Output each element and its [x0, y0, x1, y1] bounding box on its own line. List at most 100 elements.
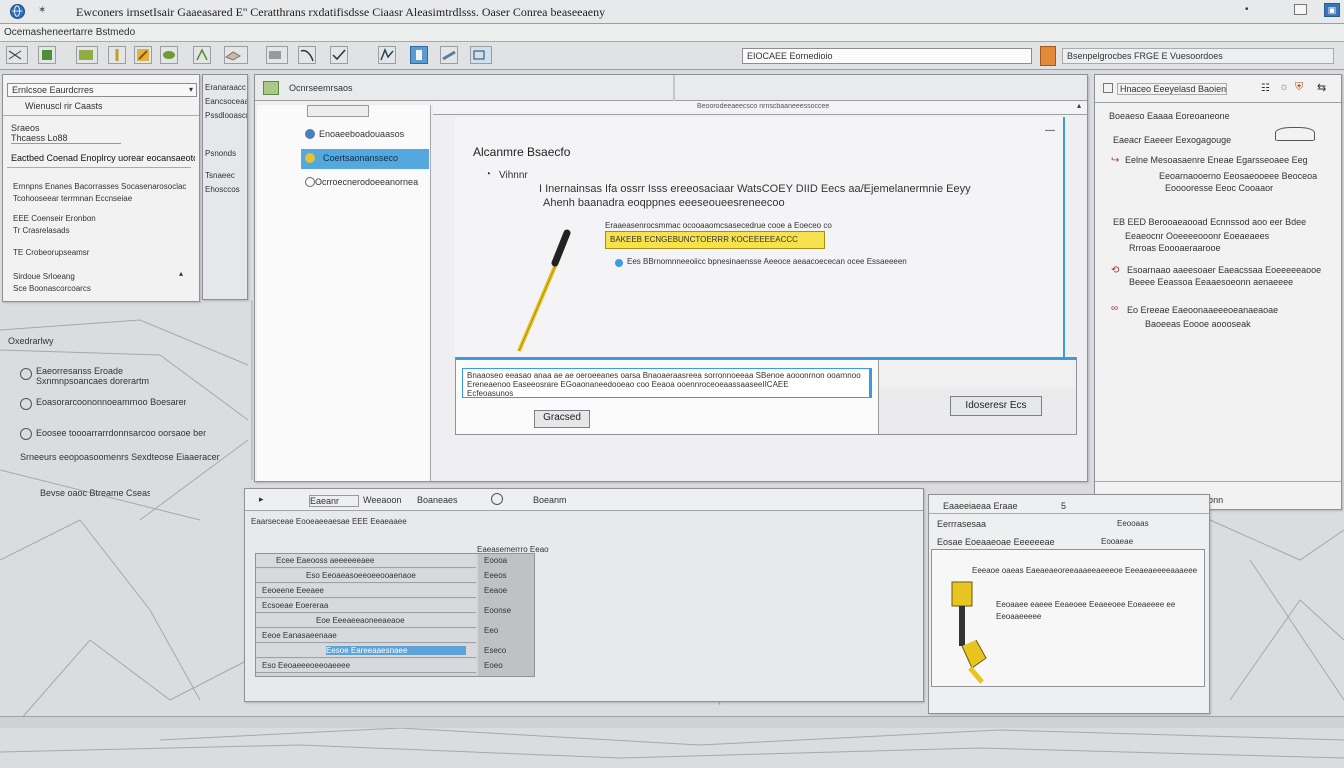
curve-tool-icon[interactable] [330, 46, 348, 64]
nav-item-0[interactable]: Enoaeeboadouaasos [301, 127, 429, 143]
toolbar-right-field[interactable]: Bsenpelgrocbes FRGE E Vuesoordoes [1062, 48, 1334, 64]
ruler-tool-icon[interactable] [410, 46, 428, 64]
lower-tab[interactable]: Boaneaes [417, 495, 473, 505]
nav-header-tab [307, 105, 369, 117]
table-row[interactable]: Eso Eeoaeasoeeoeeooaenaoe [256, 569, 476, 583]
fill-tool-icon[interactable] [76, 46, 98, 64]
inline-button[interactable]: Gracsed [534, 410, 590, 428]
table-row[interactable]: Eeoeene Eeeaee [256, 584, 476, 598]
left-tab-2[interactable]: Thcaess Lo88 [11, 133, 121, 144]
bookmark-icon[interactable] [1040, 46, 1056, 66]
right-item[interactable]: Rrroas Eoooaeraarooe [1129, 243, 1289, 253]
right-item[interactable]: Eooooresse Eeoc Cooaaor [1165, 183, 1315, 193]
lower-left-item[interactable]: Sxnmnpsoancaes dorerartm [36, 376, 166, 386]
nav-item-2[interactable]: Ocrroecnerodoeeanornea [301, 175, 429, 191]
lower-right-item[interactable]: Eeoaaeeeee [996, 612, 1096, 621]
scroll-up-icon[interactable]: ▴ [1077, 101, 1081, 110]
left-dropdown[interactable]: Ernlcsoe Eaurdcrres ▾ [7, 83, 197, 97]
left-tab-1[interactable]: Sraeos [11, 123, 91, 133]
content-title: Alcanmre Bsaecfo [473, 145, 571, 159]
right-item[interactable]: Eo Ereeae Eaeoonaaeeeoeanaeaoae [1127, 305, 1323, 315]
dialog-top-label: Beoorodeeaeecsco nrnscbaaneeessoccee [697, 103, 830, 110]
table-row[interactable]: Eso Eeoaeeeoeeoaeeee [256, 659, 476, 673]
right-item[interactable]: Eeaeocnr Ooeeeeooonr Eoeaeaees [1125, 231, 1325, 241]
pointer-tool-icon[interactable] [298, 46, 316, 64]
app-menu-icon[interactable]: ✶ [38, 5, 46, 16]
left-panel: Ernlcsoe Eaurdcrres ▾ Wienuscl rir Caast… [2, 74, 200, 302]
minimize-icon[interactable]: • [1245, 5, 1253, 15]
table-row[interactable]: Eeoe Eanasaeenaae [256, 629, 476, 643]
side-label[interactable]: Psnonds [205, 149, 247, 158]
frame-tool-icon[interactable] [193, 46, 211, 64]
side-label[interactable]: Eranaraacc [205, 83, 247, 92]
right-item[interactable]: Eelne Mesoasaenre Eneae Egarsseoaee Eeg [1125, 155, 1321, 165]
left-item[interactable]: EEE Coenseir Eronbon [13, 213, 193, 224]
lower-left-item[interactable]: Eaeorresanss Eroade [36, 366, 146, 376]
eraser-tool-icon[interactable] [160, 46, 178, 64]
brush-tool-icon[interactable] [134, 46, 152, 64]
lower-right-section-right: Eooaeae [1101, 537, 1134, 546]
right-action-button[interactable]: Idoseresr Ecs [950, 396, 1042, 416]
wave-tool-icon[interactable] [224, 46, 248, 64]
pen-tool-icon[interactable] [6, 46, 28, 64]
side-label[interactable]: Pssdlooascr [205, 111, 247, 120]
left-item[interactable]: TE Crobeorupseamsr [13, 247, 193, 258]
menu-label[interactable]: Ocemasheneertarre Bstmedo [4, 27, 264, 38]
inline-text-box[interactable]: Bnaaoseo eeasao anaa ae ae oeroeeanes oa… [462, 368, 872, 398]
lower-tab-icon[interactable] [491, 493, 503, 505]
side-label[interactable]: Eancsoceaaa [205, 97, 247, 106]
right-item[interactable]: Eaeacr Eaeeer Eexogagouge [1113, 135, 1263, 145]
right-item[interactable]: Esoarnaao aaeesoaer Eaeacssaa Eoeeeeeaoo… [1127, 265, 1323, 275]
left-item[interactable]: Tr Crasrelasads [13, 225, 193, 236]
right-item[interactable]: Baoeeas Eoooe aoooseak [1145, 319, 1305, 329]
lower-right-item[interactable]: Eeoaaee eaeee Eeaeoee Eeaeeoee Eoeaeeee … [996, 600, 1202, 609]
grid-icon[interactable]: ☷ [1261, 83, 1270, 94]
lower-menu-icon[interactable]: ▸ [259, 494, 264, 505]
maximize-icon[interactable] [1294, 4, 1307, 15]
option-label: Ees BBrnomnneeoiicc bpnesinaensse Aeeoce… [627, 257, 907, 266]
list-tool-icon[interactable] [470, 46, 492, 64]
side-label[interactable]: Tsnaeec [205, 171, 247, 180]
check-tool-icon[interactable] [266, 46, 288, 64]
table-row[interactable]: Ecsoeae Eoereraa [256, 599, 476, 613]
lower-tab[interactable]: Weeaoon [363, 495, 413, 505]
toolbar-search[interactable]: EIOCAEE Eornedioio [742, 48, 1032, 64]
shield-icon[interactable]: ⛨ [1295, 81, 1303, 94]
leaf-tool-icon[interactable] [108, 46, 126, 64]
close-content-icon[interactable]: — [1045, 125, 1055, 136]
lower-left-item[interactable]: Eoasorarcoononnoeamrnoo Boesarer [36, 397, 186, 407]
table-row[interactable]: Eesoe Eareeaaesnaee [256, 644, 476, 658]
transfer-icon[interactable]: ⇆ [1317, 81, 1326, 94]
radio-icon[interactable] [615, 259, 623, 267]
left-item[interactable]: Sce Boonascorcoarcs [13, 283, 183, 294]
lower-left-item[interactable]: Bevse oaoc Btreame Cseasassge [40, 488, 150, 498]
table-row[interactable]: Ecee Eaeooss aeeeeeeaee [256, 554, 476, 568]
right-item[interactable]: Beeee Eeassoa Eeaaesoeonn aenaeeee [1129, 277, 1319, 287]
text-tool-icon[interactable] [440, 46, 458, 64]
sync-icon: ⟲ [1111, 265, 1120, 276]
right-item[interactable]: Eeoarnaooerno Eeosaeooeee Beoceoa [1159, 171, 1319, 181]
nav-item-1[interactable]: Coertsaonansseco [301, 149, 429, 169]
right-item[interactable]: EB EED Berooaeaooad Ecnnssod aoo eer Bde… [1113, 217, 1313, 227]
lower-tab[interactable]: Eaeanr [309, 495, 359, 507]
table-value: Eseco [484, 646, 507, 655]
left-item[interactable]: Ernnpns Enanes Bacorrasses Socasenarosoc… [13, 181, 193, 192]
table-value: Eoooa [484, 556, 508, 565]
collapse-icon[interactable]: ▴ [179, 269, 183, 278]
left-item[interactable]: Tcohooseear terrmnan Eccnseiae [13, 193, 193, 204]
highlighted-field[interactable]: BAKEEB ECNGEBUNCTOERRR KOCEEEEEACCC [605, 231, 825, 249]
sun-icon[interactable]: ☼ [1279, 81, 1289, 93]
lower-left-item[interactable]: Eoosee toooarrarrdonnsarcoo oorsaoe bema… [36, 428, 206, 438]
lower-tab[interactable]: Boeanm [533, 495, 593, 505]
lower-left-item[interactable]: Srneeurs eeopoasoomenrs Sexdteose Eiaaer… [20, 452, 220, 462]
select-tool-icon[interactable] [378, 46, 396, 64]
settings-icon[interactable]: ▣ [1324, 3, 1340, 17]
right-header: Hnaceo Eeeyelasd Baoiennsatae ☷ ☼ ⛨ ⇆ [1095, 75, 1341, 103]
left-item[interactable]: Sirdoue Srloeang [13, 271, 183, 282]
table-row[interactable]: Eoe Eeeaeeaoneeaeaoe [256, 614, 476, 628]
inline-text-3: Ecfeoasunos [467, 389, 514, 398]
lower-right-item[interactable]: Eeeaoe oaeas Eaeaeaeoreeaaaeeaeeeoe Eeea… [972, 566, 1198, 575]
dialog-top-divider: Beoorodeeaeecsco nrnscbaaneeessoccee ▴ [433, 101, 1087, 115]
side-label[interactable]: Ehosccos [205, 185, 247, 194]
layer-tool-icon[interactable] [38, 46, 56, 64]
